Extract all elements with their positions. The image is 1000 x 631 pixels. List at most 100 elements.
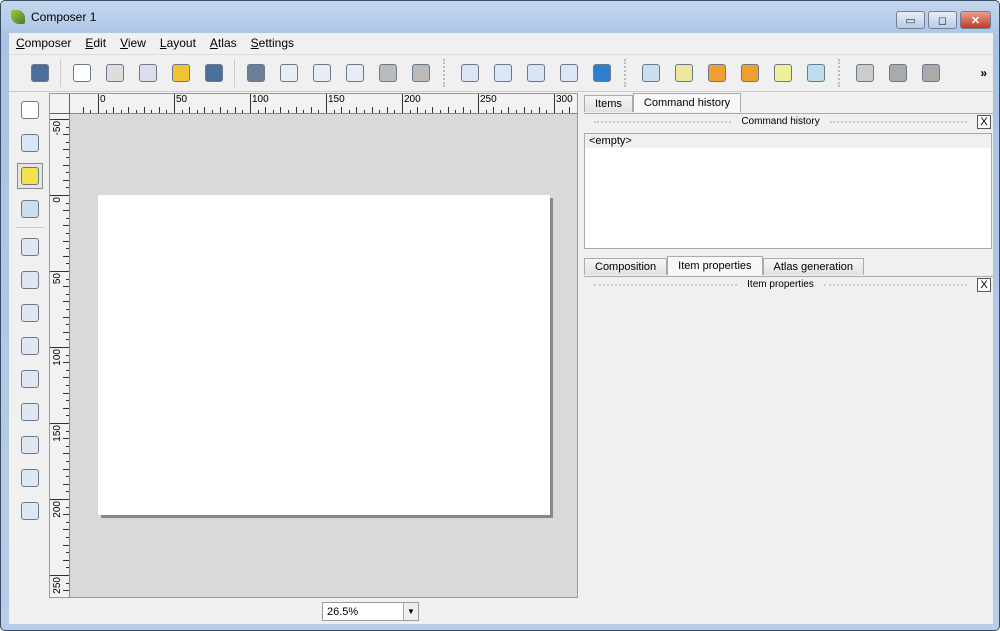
ruler-tick (66, 476, 69, 478)
add-legend-icon-glyph (21, 336, 39, 355)
add-legend-icon[interactable] (17, 333, 43, 359)
composer-canvas[interactable]: 0 50 100 150 200 250 300 -50 0 50 100 150 200 250 (49, 93, 578, 598)
ruler-tick (66, 445, 69, 447)
unlock-icon-glyph (740, 64, 759, 82)
ruler-label: 50 (52, 273, 63, 285)
ruler-tick (66, 537, 69, 538)
deselect-icon[interactable] (671, 60, 697, 86)
export-svg-icon[interactable] (309, 60, 335, 86)
zoom-full-icon[interactable] (457, 60, 483, 86)
export-pdf-icon[interactable] (342, 60, 368, 86)
deselect-icon-glyph (674, 64, 693, 82)
tab-command-history[interactable]: Command history (632, 93, 742, 112)
add-html-icon[interactable] (17, 498, 43, 524)
close-dock-icon[interactable]: X (977, 277, 992, 292)
dock-title: Command history (741, 116, 820, 127)
dropdown-arrow-icon[interactable]: ▼ (403, 603, 418, 620)
close-dock-icon[interactable]: X (977, 114, 992, 129)
raise-lower-icon[interactable] (770, 60, 796, 86)
ruler-label: 150 (52, 425, 63, 442)
composition-page[interactable] (98, 195, 550, 515)
ruler-tick (462, 107, 464, 113)
lock-icon[interactable] (704, 60, 730, 86)
atlas-preview-icon[interactable] (852, 60, 878, 86)
menu-settings[interactable]: Settings (244, 36, 301, 50)
ruler-tick (66, 385, 69, 386)
ruler-tick (63, 179, 69, 181)
add-table-icon[interactable] (17, 465, 43, 491)
unlock-icon[interactable] (737, 60, 763, 86)
save-template-icon-glyph (204, 64, 223, 82)
ruler-tick (63, 316, 69, 318)
print-icon[interactable] (243, 60, 269, 86)
command-history-list[interactable]: <empty> (584, 133, 992, 249)
ruler-tick (386, 107, 388, 113)
ruler-tick (561, 110, 563, 113)
pan-icon[interactable] (17, 97, 43, 123)
ruler-tick (66, 278, 69, 280)
ruler-tick (250, 94, 251, 113)
toolbar-separator (443, 59, 447, 87)
menu-atlas[interactable]: Atlas (203, 36, 244, 50)
add-label-icon[interactable] (17, 300, 43, 326)
ruler-tick (341, 107, 343, 113)
add-scalebar-icon[interactable] (17, 366, 43, 392)
duplicate-composer-icon[interactable] (102, 60, 128, 86)
undo-icon[interactable] (375, 60, 401, 86)
select-all-icon[interactable] (638, 60, 664, 86)
menu-view[interactable]: View (113, 36, 153, 50)
ruler-tick (516, 110, 517, 113)
zoom-tool-icon-glyph (21, 133, 39, 152)
export-image-icon[interactable] (276, 60, 302, 86)
first-feature-icon[interactable] (885, 60, 911, 86)
align-icon[interactable] (803, 60, 829, 86)
ruler-tick (66, 324, 69, 326)
redo-icon[interactable] (408, 60, 434, 86)
previous-feature-icon[interactable] (918, 60, 944, 86)
add-arrow-icon[interactable] (17, 432, 43, 458)
add-image-icon[interactable] (17, 267, 43, 293)
add-label-icon-glyph (21, 303, 39, 322)
close-button[interactable]: ✕ (960, 11, 991, 29)
select-move-item-icon[interactable] (17, 162, 43, 189)
save-template-icon[interactable] (201, 60, 227, 86)
ruler-tick (63, 149, 69, 151)
tab-atlas-generation[interactable]: Atlas generation (762, 258, 865, 275)
zoom-combo[interactable]: 26.5% ▼ (322, 602, 419, 621)
minimize-button[interactable]: ▭ (896, 11, 925, 29)
menu-bar: Composer Edit View Layout Atlas Settings (9, 33, 301, 53)
menu-edit[interactable]: Edit (78, 36, 113, 50)
ruler-tick (538, 107, 540, 113)
ruler-tick (66, 126, 69, 128)
ruler-tick (63, 514, 69, 516)
tab-item-properties[interactable]: Item properties (667, 256, 763, 275)
toolbar-separator (838, 59, 842, 87)
move-content-icon[interactable] (17, 196, 43, 222)
composer-manager-icon[interactable] (135, 60, 161, 86)
refresh-icon[interactable] (589, 60, 615, 86)
ruler-label: 100 (52, 349, 63, 366)
tab-items[interactable]: Items (584, 95, 633, 112)
menu-layout[interactable]: Layout (153, 36, 203, 50)
menu-composer[interactable]: Composer (9, 36, 78, 50)
add-shape-icon[interactable] (17, 399, 43, 425)
zoom-out-icon[interactable] (556, 60, 582, 86)
ruler-tick (212, 110, 213, 113)
ruler-tick (402, 94, 403, 113)
new-composer-icon[interactable] (69, 60, 95, 86)
save-icon[interactable] (27, 60, 53, 86)
list-item[interactable]: <empty> (585, 134, 991, 148)
add-map-icon[interactable] (17, 234, 43, 260)
toolbar-overflow-button[interactable]: » (980, 66, 987, 80)
open-template-icon[interactable] (168, 60, 194, 86)
export-image-icon-glyph (279, 64, 298, 82)
ruler-tick (63, 377, 69, 379)
tab-composition[interactable]: Composition (584, 258, 668, 275)
zoom-actual-icon[interactable] (490, 60, 516, 86)
zoom-tool-icon[interactable] (17, 130, 43, 156)
refresh-icon-glyph (592, 64, 611, 82)
ruler-tick (66, 369, 69, 371)
zoom-in-icon[interactable] (523, 60, 549, 86)
ruler-tick (371, 107, 373, 113)
restore-button[interactable]: ◻ (928, 11, 957, 29)
